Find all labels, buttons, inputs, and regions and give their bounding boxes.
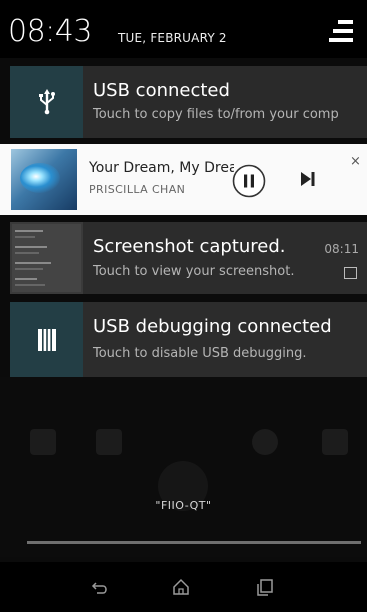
notification-usb-connected[interactable]: USB connected Touch to copy files to/fro… xyxy=(10,66,367,138)
device-name-label: "FIIO-QT" xyxy=(155,499,212,512)
notification-title: Screenshot captured. xyxy=(93,236,286,257)
album-art xyxy=(11,149,77,210)
song-title: Your Dream, My Drea xyxy=(89,160,234,176)
usb-icon xyxy=(38,89,55,115)
image-icon xyxy=(344,267,357,279)
playback-progress[interactable] xyxy=(27,541,361,544)
navigation-bar xyxy=(0,562,367,612)
status-clock: 08:43 xyxy=(8,14,92,49)
home-icon[interactable] xyxy=(171,577,191,597)
notification-subtitle: Touch to disable USB debugging. xyxy=(93,346,307,361)
usb-debugging-icon xyxy=(37,328,56,351)
usb-debugging-icon-box xyxy=(10,302,83,377)
screenshot-thumbnail xyxy=(12,224,81,292)
notification-time: 08:11 xyxy=(324,242,359,256)
recents-icon[interactable] xyxy=(255,577,275,597)
notification-subtitle: Touch to copy files to/from your comp xyxy=(93,107,339,122)
skip-next-icon[interactable] xyxy=(300,171,316,187)
notification-title: USB debugging connected xyxy=(93,316,332,337)
quick-settings-icon[interactable] xyxy=(327,17,355,45)
back-icon[interactable] xyxy=(90,577,110,597)
media-close-button[interactable]: × xyxy=(350,154,361,169)
status-date: TUE, FEBRUARY 2 xyxy=(118,31,227,45)
screenshot-thumbnail-box xyxy=(10,222,83,294)
notification-title: USB connected xyxy=(93,80,230,101)
pause-icon xyxy=(244,174,248,188)
notification-subtitle: Touch to view your screenshot. xyxy=(93,264,295,279)
usb-icon-box xyxy=(10,66,83,138)
notification-screenshot[interactable]: Screenshot captured. Touch to view your … xyxy=(10,222,367,294)
status-bar: 08:43 TUE, FEBRUARY 2 xyxy=(0,0,367,58)
notification-usb-debugging[interactable]: USB debugging connected Touch to disable… xyxy=(10,302,367,377)
song-artist: PRISCILLA CHAN xyxy=(89,183,186,196)
background-player xyxy=(0,377,367,557)
pause-button[interactable] xyxy=(232,164,266,198)
